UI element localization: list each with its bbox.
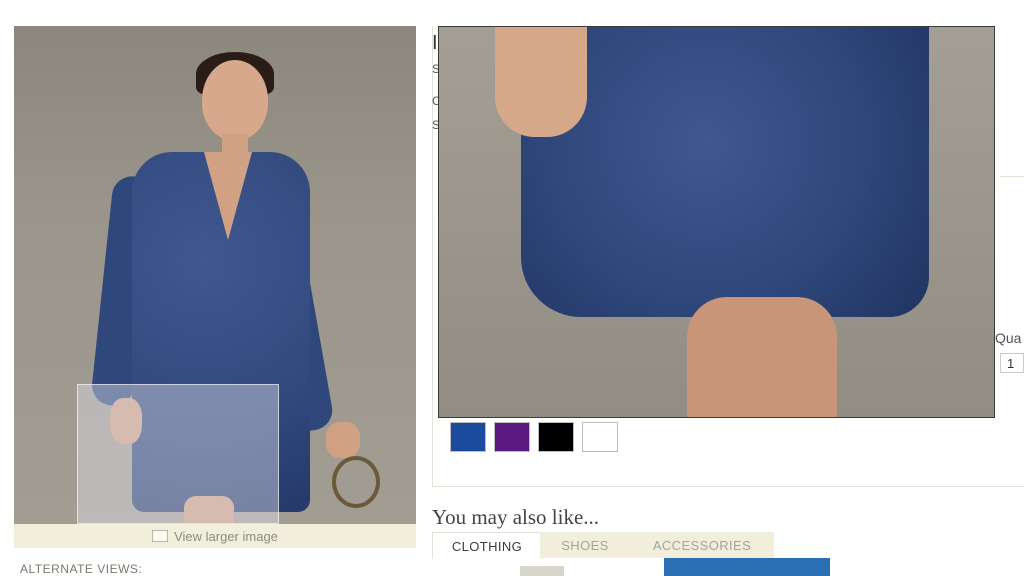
tab-accessories[interactable]: ACCESSORIES [630, 532, 774, 558]
zoomed-leg [687, 297, 837, 417]
recommended-product-thumbnail[interactable] [664, 558, 830, 576]
view-larger-image-label: View larger image [174, 528, 278, 544]
color-swatch-purple[interactable] [494, 422, 530, 452]
tab-clothing[interactable]: CLOTHING [432, 532, 542, 559]
image-icon [152, 530, 169, 542]
product-main-image[interactable] [14, 26, 416, 524]
alternate-views-label: ALTERNATE VIEWS: [20, 562, 143, 576]
view-larger-image-link[interactable]: View larger image [14, 524, 416, 548]
color-swatch-blue[interactable] [450, 422, 486, 452]
model-face [202, 60, 268, 140]
model-hand-right [326, 422, 360, 458]
product-title: I [432, 32, 438, 54]
recommendations-heading: You may also like... [432, 505, 600, 529]
tab-shoes[interactable]: SHOES [540, 532, 630, 558]
quantity-input[interactable]: 1 [1000, 353, 1024, 373]
divider [1000, 176, 1024, 177]
zoom-view-image [438, 26, 995, 418]
sunglasses [332, 456, 380, 508]
color-swatch-white[interactable] [582, 422, 618, 452]
zoom-lens-overlay[interactable] [77, 384, 279, 524]
quantity-label: Qua [995, 330, 1022, 346]
color-swatch-black[interactable] [538, 422, 574, 452]
dress-neckline [204, 152, 252, 240]
recommended-product-thumbnail[interactable] [520, 566, 564, 576]
zoomed-hand [495, 27, 587, 137]
divider [432, 486, 1024, 487]
